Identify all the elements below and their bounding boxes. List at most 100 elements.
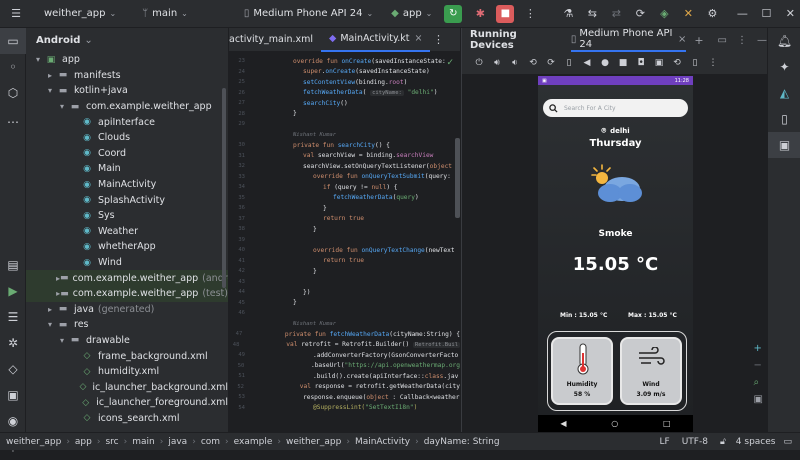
chevron-right-icon[interactable]: ▸ bbox=[44, 71, 56, 80]
tree-item[interactable]: ▸ ▬ java (generated) bbox=[26, 302, 228, 318]
build-variants-icon[interactable]: ▤ bbox=[0, 252, 26, 278]
gradle-icon[interactable]: ◭ bbox=[768, 80, 800, 106]
tools-icon[interactable]: ✕ bbox=[680, 6, 696, 22]
project-view-selector[interactable]: Android ⌄ bbox=[26, 28, 228, 52]
terminal-icon[interactable]: ▣ bbox=[0, 382, 26, 408]
commit-icon[interactable]: ◦ bbox=[0, 54, 26, 80]
home-icon[interactable]: ● bbox=[596, 58, 614, 68]
chevron-down-icon[interactable]: ▾ bbox=[56, 102, 68, 111]
breadcrumb-item[interactable]: MainActivity bbox=[355, 437, 410, 447]
volume-up-icon[interactable]: 🔊︎ bbox=[488, 58, 506, 68]
tree-item[interactable]: ▾ ▬ drawable bbox=[26, 333, 228, 349]
minimize-panel-icon[interactable]: — bbox=[757, 35, 767, 46]
problems-icon[interactable]: ◉ bbox=[0, 408, 26, 434]
sync-gradle-icon[interactable]: ⟳ bbox=[632, 6, 648, 22]
zoom-actual-icon[interactable]: ⌕ bbox=[754, 377, 763, 388]
tree-item[interactable]: ◇ frame_background.xml bbox=[26, 348, 228, 364]
rotate-left-icon[interactable]: ⟲ bbox=[524, 58, 542, 68]
tab-activity-main[interactable]: activity_main.xml bbox=[229, 28, 321, 52]
notifications-icon[interactable]: 🔔︎ bbox=[768, 28, 800, 54]
close-icon[interactable]: ✕ bbox=[782, 6, 798, 22]
tree-item[interactable]: ◉ Coord bbox=[26, 146, 228, 162]
run-tool-icon[interactable]: ▶ bbox=[0, 278, 26, 304]
apply-changes-icon[interactable]: ⇆ bbox=[584, 6, 600, 22]
breadcrumb-item[interactable]: dayName: String bbox=[424, 437, 500, 447]
line-separator[interactable]: LF bbox=[660, 437, 670, 447]
more-actions-icon[interactable]: ⋮ bbox=[522, 6, 538, 22]
tree-item[interactable]: ▾ ▬ kotlin+java bbox=[26, 83, 228, 99]
close-tab-icon[interactable]: × bbox=[678, 34, 686, 45]
tree-item[interactable]: ◉ Wind bbox=[26, 255, 228, 271]
device-selector[interactable]: ▯ Medium Phone API 24 ⌄ bbox=[244, 8, 373, 19]
tree-item[interactable]: ◇ ic_launcher_background.xml bbox=[26, 379, 228, 395]
tree-item[interactable]: ▾ ▬ com.example.weither_app bbox=[26, 99, 228, 115]
nav-back-icon[interactable]: ◀ bbox=[560, 419, 566, 428]
device-manager-icon[interactable]: ▯ bbox=[768, 106, 800, 132]
close-tab-icon[interactable]: × bbox=[414, 33, 422, 44]
screenshot-icon[interactable]: ◘ bbox=[632, 58, 650, 68]
chevron-down-icon[interactable]: ▾ bbox=[44, 320, 56, 329]
project-scrollbar[interactable] bbox=[222, 88, 226, 288]
more-options-icon[interactable]: ⋮ bbox=[737, 35, 747, 46]
breadcrumb-item[interactable]: src bbox=[105, 437, 118, 447]
power-icon[interactable]: ⏻ bbox=[470, 58, 488, 68]
running-devices-icon[interactable]: ▣ bbox=[768, 132, 800, 158]
project-selector[interactable]: weither_app ⌄ bbox=[44, 8, 116, 19]
screen-record-icon[interactable]: ▣ bbox=[650, 58, 668, 68]
file-encoding[interactable]: UTF-8 bbox=[682, 437, 708, 447]
tree-item[interactable]: ◉ apiInterface bbox=[26, 114, 228, 130]
breadcrumb-item[interactable]: java bbox=[168, 437, 187, 447]
tree-item[interactable]: ◉ Sys bbox=[26, 208, 228, 224]
more-options-icon[interactable]: ⋮ bbox=[704, 58, 722, 68]
indent-setting[interactable]: 4 spaces bbox=[736, 437, 776, 447]
code-area[interactable]: 23 override fun onCreate(savedInstanceSta… bbox=[229, 52, 460, 413]
add-device-icon[interactable]: + bbox=[694, 34, 703, 47]
branch-selector[interactable]: ᛘ main ⌄ bbox=[142, 8, 188, 19]
notification-icon[interactable]: ▭ bbox=[783, 437, 792, 447]
device-frame-icon[interactable]: ▯ bbox=[686, 58, 704, 68]
chevron-right-icon[interactable]: ▸ bbox=[44, 305, 56, 314]
breadcrumb-item[interactable]: weither_app bbox=[286, 437, 341, 447]
tree-item[interactable]: ▾ ▣ app bbox=[26, 52, 228, 68]
rerun-button[interactable]: ↻ bbox=[444, 4, 463, 23]
settings-icon[interactable]: ⚙ bbox=[704, 6, 720, 22]
tree-item[interactable]: ◇ ic_launcher_foreground.xml bbox=[26, 395, 228, 411]
device-manager-icon[interactable]: ◈ bbox=[656, 6, 672, 22]
emulator-screen[interactable]: ▣ 11:28 Search For A City ⌾ delhi Thursd… bbox=[538, 76, 693, 432]
breadcrumb-item[interactable]: weither_app bbox=[6, 437, 61, 447]
tree-item[interactable]: ◉ SplashActivity bbox=[26, 192, 228, 208]
apply-code-changes-icon[interactable]: ⇄ bbox=[608, 6, 624, 22]
project-tool-icon[interactable]: ▭ bbox=[0, 28, 26, 54]
breadcrumb-item[interactable]: example bbox=[234, 437, 273, 447]
minimize-icon[interactable]: — bbox=[734, 6, 750, 22]
tree-item[interactable]: ◇ icons_search.xml bbox=[26, 411, 228, 427]
tree-item[interactable]: ▾ ▬ res bbox=[26, 317, 228, 333]
build-icon[interactable]: ◇ bbox=[0, 356, 26, 382]
maximize-icon[interactable]: ☐ bbox=[758, 6, 774, 22]
tree-item[interactable]: ◉ Main bbox=[26, 161, 228, 177]
zoom-fit-icon[interactable]: ▣ bbox=[754, 394, 763, 405]
breadcrumb-item[interactable]: app bbox=[75, 437, 92, 447]
volume-down-icon[interactable]: 🔉︎ bbox=[506, 58, 524, 68]
breadcrumb-item[interactable]: main bbox=[132, 437, 155, 447]
device-tab[interactable]: ▯ Medium Phone API 24 × bbox=[570, 28, 687, 52]
fold-icon[interactable]: ▯ bbox=[560, 58, 578, 68]
window-layout-icon[interactable]: ▭ bbox=[718, 35, 727, 46]
gemini-icon[interactable]: ✦ bbox=[768, 54, 800, 80]
rotate-right-icon[interactable]: ⟳ bbox=[542, 58, 560, 68]
tree-item[interactable]: ◉ whetherApp bbox=[26, 239, 228, 255]
app-inspection-icon[interactable]: ✲ bbox=[0, 330, 26, 356]
zoom-in-icon[interactable]: + bbox=[754, 343, 763, 354]
chevron-down-icon[interactable]: ▾ bbox=[44, 86, 56, 95]
back-icon[interactable]: ◀ bbox=[578, 58, 596, 68]
city-search-input[interactable]: Search For A City bbox=[543, 99, 688, 117]
tree-item[interactable]: ▸ ▬ com.example.weither_app (test) bbox=[26, 285, 228, 302]
resource-manager-icon[interactable]: ⬡ bbox=[0, 80, 26, 106]
tab-main-activity[interactable]: ◆ MainActivity.kt × bbox=[321, 28, 431, 52]
stop-button[interactable]: ■ bbox=[496, 4, 515, 23]
more-tools-icon[interactable]: … bbox=[0, 106, 26, 132]
tree-item[interactable]: ◇ humidity.xml bbox=[26, 364, 228, 380]
run-config-selector[interactable]: ◆ app ⌄ bbox=[391, 8, 432, 19]
debug-icon[interactable]: ✱ bbox=[472, 6, 488, 22]
editor-scrollbar[interactable] bbox=[455, 138, 460, 218]
